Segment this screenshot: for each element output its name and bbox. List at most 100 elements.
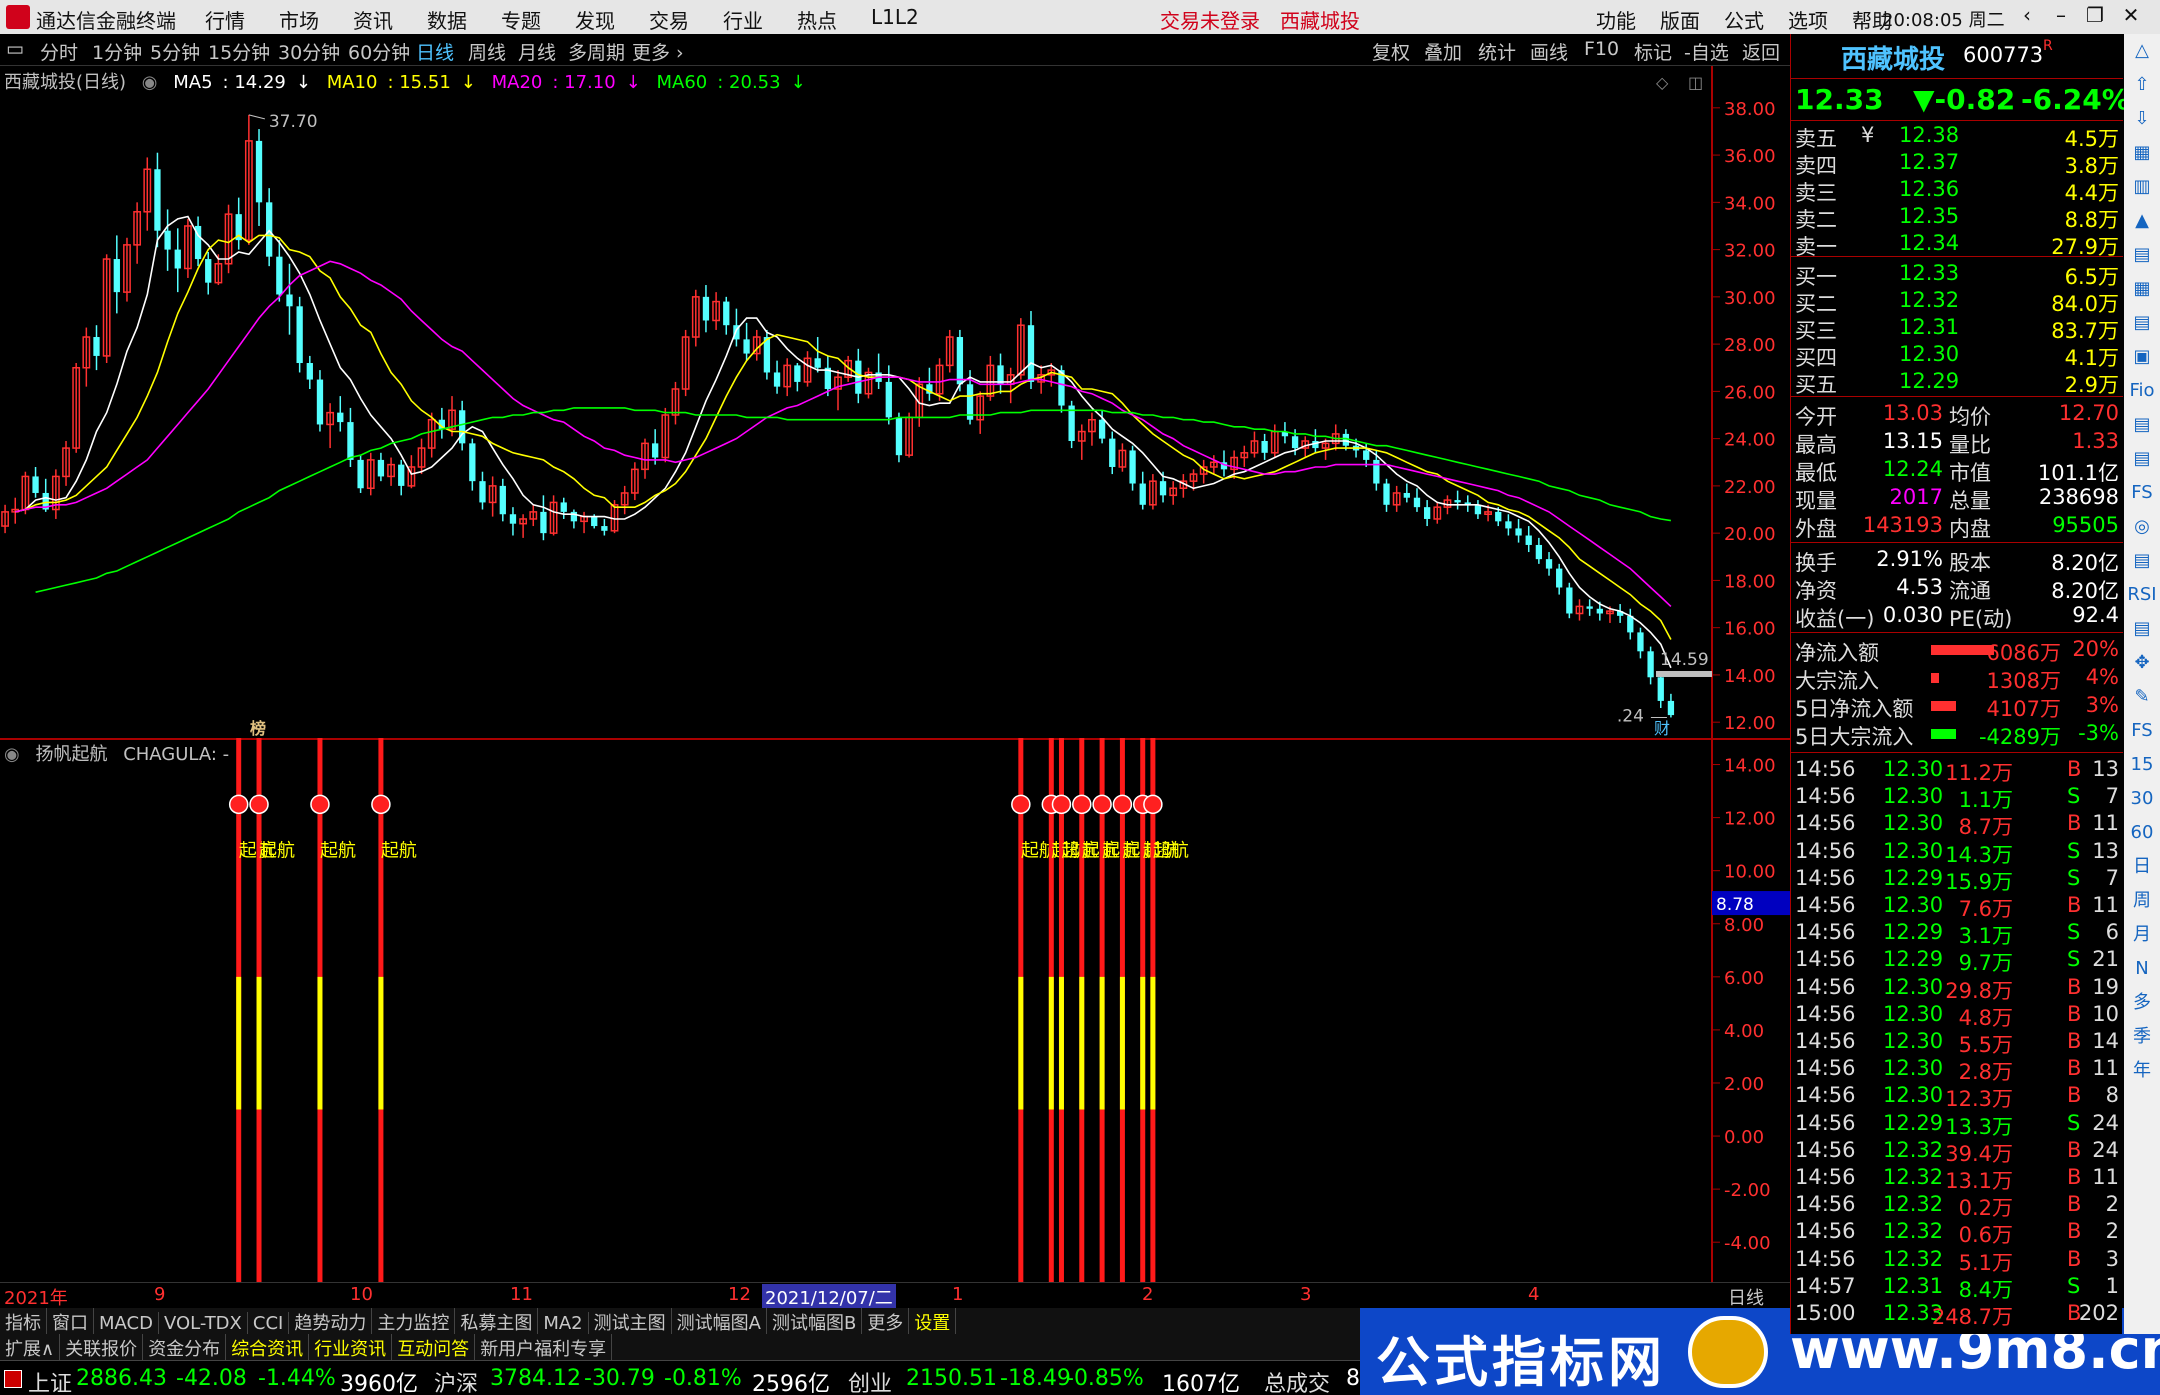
menu-item-banmian[interactable]: 版面: [1660, 5, 1700, 34]
menu-item-gongshi[interactable]: 公式: [1724, 5, 1764, 34]
bid-row[interactable]: 买三 12.31 83.7万: [1791, 314, 2123, 343]
btn-fanhui[interactable]: 返回: [1742, 38, 1780, 65]
menu-square-icon[interactable]: ▭: [6, 38, 24, 60]
sidebar-tool-icon[interactable]: ▣: [2124, 340, 2160, 374]
ask-row[interactable]: 卖三 12.36 4.4万: [1791, 176, 2123, 205]
tab-test-main[interactable]: 测试主图: [589, 1308, 672, 1336]
sidebar-tool-icon[interactable]: 30: [2124, 782, 2160, 816]
indicator-settings-icon[interactable]: ◉: [4, 744, 20, 765]
index-name[interactable]: 创业: [848, 1366, 892, 1395]
sidebar-tool-icon[interactable]: Fio: [2124, 374, 2160, 408]
close-icon[interactable]: ✕: [2116, 3, 2146, 31]
sidebar-tool-icon[interactable]: N: [2124, 952, 2160, 986]
menu-item-shuju[interactable]: 数据: [427, 5, 467, 34]
ask-row[interactable]: 卖五 ¥12.38 4.5万: [1791, 122, 2123, 151]
btn-fuquan[interactable]: 复权: [1372, 38, 1410, 65]
sidebar-tool-icon[interactable]: ▦: [2124, 136, 2160, 170]
sidebar-tool-icon[interactable]: 日: [2124, 850, 2160, 884]
sidebar-tool-icon[interactable]: ▲: [2124, 204, 2160, 238]
tab-zhuli[interactable]: 主力监控: [372, 1308, 456, 1336]
btn-huaxian[interactable]: 画线: [1530, 38, 1568, 65]
sidebar-tool-icon[interactable]: 年: [2124, 1054, 2160, 1088]
sidebar-tool-icon[interactable]: ▤: [2124, 612, 2160, 646]
restore-icon[interactable]: ❐: [2080, 3, 2110, 31]
sidebar-tool-icon[interactable]: ▤: [2124, 442, 2160, 476]
tab-industry-news[interactable]: 行业资讯: [309, 1334, 393, 1362]
x-axis-period[interactable]: 日线: [1728, 1284, 1764, 1310]
tab-test-b[interactable]: 测试幅图B: [767, 1308, 863, 1336]
sidebar-tool-icon[interactable]: 周: [2124, 884, 2160, 918]
sidebar-tool-icon[interactable]: 月: [2124, 918, 2160, 952]
btn-zixuan[interactable]: -自选: [1684, 38, 1729, 65]
bid-row[interactable]: 买五 12.29 2.9万: [1791, 368, 2123, 397]
sidebar-tool-icon[interactable]: ▤: [2124, 238, 2160, 272]
tab-fund[interactable]: 资金分布: [143, 1334, 227, 1362]
kline-panel[interactable]: 38.00 36.00 34.00 32.00 30.00 28.00 26.00 24.00…: [0, 66, 1790, 738]
tab-macd[interactable]: MACD: [94, 1312, 159, 1335]
kline-chart[interactable]: 38.00 36.00 34.00 32.00 30.00 28.00 26.00 24.00…: [0, 66, 1790, 738]
flow-row[interactable]: 大宗流入 1308万 4%: [1791, 664, 2123, 693]
period-weekly[interactable]: 周线: [468, 38, 506, 65]
period-multi[interactable]: 多周期: [568, 38, 625, 65]
menu-item-faxian[interactable]: 发现: [575, 5, 615, 34]
btn-tongji[interactable]: 统计: [1478, 38, 1516, 65]
sidebar-tool-icon[interactable]: FS: [2124, 476, 2160, 510]
tab-vol[interactable]: VOL-TDX: [159, 1312, 248, 1335]
sidebar-tool-icon[interactable]: ▤: [2124, 544, 2160, 578]
index-name[interactable]: 上证: [28, 1366, 72, 1395]
bid-row[interactable]: 买二 12.32 84.0万: [1791, 287, 2123, 316]
sidebar-tool-icon[interactable]: 60: [2124, 816, 2160, 850]
sidebar-tool-icon[interactable]: ▤: [2124, 306, 2160, 340]
tab-chuangkou[interactable]: 窗口: [47, 1308, 94, 1336]
tab-simu[interactable]: 私募主图: [455, 1308, 539, 1336]
period-1min[interactable]: 1分钟: [92, 38, 142, 65]
tab-settings[interactable]: 设置: [909, 1308, 957, 1336]
period-30min[interactable]: 30分钟: [278, 38, 340, 65]
tab-qushi[interactable]: 趋势动力: [289, 1308, 373, 1336]
menu-item-shichang[interactable]: 市场: [279, 5, 319, 34]
flow-row[interactable]: 5日净流入额 4107万 3%: [1791, 692, 2123, 721]
btn-diejia[interactable]: 叠加: [1424, 38, 1462, 65]
period-more[interactable]: 更多 ›: [632, 38, 684, 65]
trade-login-status[interactable]: 交易未登录: [1160, 5, 1260, 34]
ask-row[interactable]: 卖一 12.34 27.9万: [1791, 230, 2123, 259]
tab-zhibiao[interactable]: 指标: [0, 1308, 47, 1336]
period-60min[interactable]: 60分钟: [348, 38, 410, 65]
sidebar-tool-icon[interactable]: ⇩: [2124, 102, 2160, 136]
sidebar-tool-icon[interactable]: ✎: [2124, 680, 2160, 714]
sidebar-tool-icon[interactable]: 季: [2124, 1020, 2160, 1054]
bid-row[interactable]: 买四 12.30 4.1万: [1791, 341, 2123, 370]
index-name[interactable]: 沪深: [434, 1366, 478, 1395]
period-15min[interactable]: 15分钟: [208, 38, 270, 65]
sidebar-tool-icon[interactable]: ◎: [2124, 510, 2160, 544]
flow-row[interactable]: 净流入额 6086万 20%: [1791, 636, 2123, 665]
sidebar-tool-icon[interactable]: 15: [2124, 748, 2160, 782]
menu-item-redian[interactable]: 热点: [797, 5, 837, 34]
tab-qa[interactable]: 互动问答: [392, 1334, 476, 1362]
menu-item-l1l2[interactable]: L1L2: [871, 5, 919, 34]
indicator-chart[interactable]: 14.00 12.00 10.00 8.00 6.00 4.00 2.00 0.00 -2.00…: [0, 738, 1790, 1282]
menu-item-zixun[interactable]: 资讯: [353, 5, 393, 34]
sidebar-tool-icon[interactable]: 多: [2124, 986, 2160, 1020]
sidebar-tool-icon[interactable]: RSI: [2124, 578, 2160, 612]
sidebar-tool-icon[interactable]: ✥: [2124, 646, 2160, 680]
ma-settings-icon[interactable]: ◉: [142, 72, 158, 93]
flow-row[interactable]: 5日大宗流入 -4289万 -3%: [1791, 720, 2123, 749]
indicator-panel[interactable]: 14.00 12.00 10.00 8.00 6.00 4.00 2.00 0.00 -2.00…: [0, 738, 1790, 1282]
btn-f10[interactable]: F10: [1584, 38, 1619, 60]
tab-ma2[interactable]: MA2: [538, 1312, 589, 1335]
menu-item-gongneng[interactable]: 功能: [1596, 5, 1636, 34]
period-monthly[interactable]: 月线: [518, 38, 556, 65]
tab-expand[interactable]: 扩展∧: [0, 1334, 61, 1362]
tab-test-a[interactable]: 测试幅图A: [672, 1308, 767, 1336]
tab-more[interactable]: 更多: [862, 1308, 910, 1336]
tab-cci[interactable]: CCI: [248, 1312, 290, 1335]
period-daily[interactable]: 日线: [416, 38, 454, 65]
menu-item-zhuanti[interactable]: 专题: [501, 5, 541, 34]
tab-news[interactable]: 综合资讯: [226, 1334, 310, 1362]
ask-row[interactable]: 卖二 12.35 8.8万: [1791, 203, 2123, 232]
menu-item-xuanxiang[interactable]: 选项: [1788, 5, 1828, 34]
sidebar-tool-icon[interactable]: ⇧: [2124, 68, 2160, 102]
sidebar-tool-icon[interactable]: FS: [2124, 714, 2160, 748]
minimize-icon[interactable]: –: [2046, 3, 2076, 31]
